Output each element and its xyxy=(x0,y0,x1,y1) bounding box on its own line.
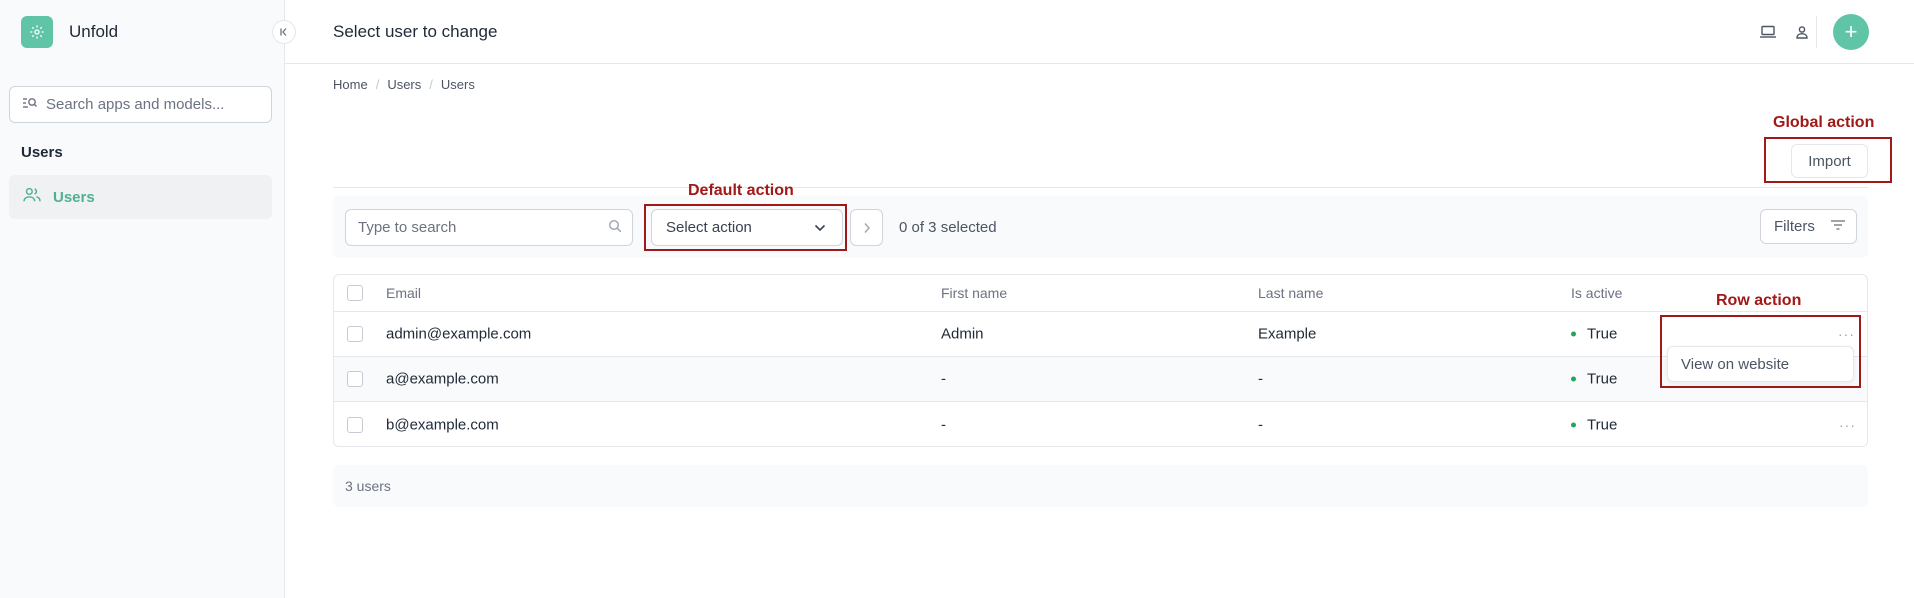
cell-is-active: True xyxy=(1571,416,1617,433)
active-status-dot xyxy=(1571,422,1576,427)
run-action-button[interactable] xyxy=(850,209,883,246)
cell-last-name: - xyxy=(1258,416,1263,433)
sidebar-item-label: Users xyxy=(53,188,95,206)
default-action-highlight xyxy=(644,204,847,251)
gear-icon xyxy=(21,16,53,48)
table-row: a@example.com - - True xyxy=(334,357,1867,402)
global-action-annotation: Global action xyxy=(1773,114,1875,131)
search-icon xyxy=(608,219,622,237)
cell-email[interactable]: a@example.com xyxy=(386,371,499,388)
row-checkbox[interactable] xyxy=(347,371,363,387)
person-icon[interactable] xyxy=(1790,20,1814,44)
divider xyxy=(333,187,1868,188)
results-footer: 3 users xyxy=(333,465,1868,507)
sidebar-section-title: Users xyxy=(21,144,63,161)
cell-email[interactable]: admin@example.com xyxy=(386,326,531,343)
cell-first-name: - xyxy=(941,370,946,388)
collapse-sidebar-button[interactable] xyxy=(272,20,296,44)
cell-is-active-value: True xyxy=(1587,325,1618,343)
row-actions-dropdown: View on website xyxy=(1667,346,1854,382)
cell-is-active: True xyxy=(1571,326,1617,343)
collapse-icon xyxy=(280,28,287,36)
row-actions-menu-icon[interactable]: ··· xyxy=(1839,417,1856,433)
filters-label: Filters xyxy=(1774,218,1815,235)
sidebar-search-input[interactable] xyxy=(46,96,256,113)
cell-is-active-value: True xyxy=(1587,370,1618,388)
column-header-is-active[interactable]: Is active xyxy=(1571,285,1622,301)
view-on-website-link[interactable]: View on website xyxy=(1681,356,1789,373)
changelist-toolbar: Select action 0 of 3 selected Filters xyxy=(333,196,1868,258)
laptop-icon[interactable] xyxy=(1756,20,1780,44)
breadcrumb-model: Users xyxy=(440,77,475,92)
row-action-annotation: Row action xyxy=(1716,292,1802,309)
cell-last-name: - xyxy=(1258,370,1263,388)
import-button[interactable]: Import xyxy=(1791,144,1868,178)
column-header-email[interactable]: Email xyxy=(386,285,421,301)
users-icon xyxy=(23,187,41,207)
row-actions-menu-icon[interactable]: ··· xyxy=(1838,326,1855,342)
filters-button[interactable]: Filters xyxy=(1760,209,1857,244)
sidebar-item-users[interactable]: Users xyxy=(9,175,272,219)
search-input[interactable] xyxy=(358,219,608,236)
cell-last-name: Example xyxy=(1258,325,1317,343)
results-table: Email First name Last name Is active adm… xyxy=(333,274,1868,447)
active-status-dot xyxy=(1571,376,1576,382)
breadcrumb-app[interactable]: Users xyxy=(387,77,421,92)
cell-email[interactable]: b@example.com xyxy=(386,416,499,433)
table-header-row: Email First name Last name Is active xyxy=(334,275,1867,312)
cell-first-name: Admin xyxy=(941,325,984,343)
breadcrumb-separator: / xyxy=(375,77,380,92)
cell-is-active: True xyxy=(1571,371,1617,388)
app-name: Unfold xyxy=(69,22,119,41)
selection-counter: 0 of 3 selected xyxy=(899,219,997,236)
chevron-right-icon xyxy=(863,222,870,233)
table-row: admin@example.com Admin Example True xyxy=(334,312,1867,357)
breadcrumb: Home / Users / Users xyxy=(333,77,475,92)
header: Select user to change + xyxy=(285,0,1914,64)
row-checkbox[interactable] xyxy=(347,416,363,433)
filter-icon xyxy=(1830,218,1846,235)
column-header-last-name[interactable]: Last name xyxy=(1258,285,1323,301)
cell-first-name: - xyxy=(941,416,946,433)
breadcrumb-home[interactable]: Home xyxy=(333,77,368,92)
results-count: 3 users xyxy=(345,478,391,494)
search-list-icon xyxy=(22,96,38,114)
row-checkbox[interactable] xyxy=(347,326,363,342)
cell-is-active-value: True xyxy=(1587,416,1618,433)
header-divider xyxy=(1816,16,1817,48)
table-row: b@example.com - - True ··· xyxy=(334,402,1867,446)
active-status-dot xyxy=(1571,331,1576,337)
breadcrumb-separator: / xyxy=(429,77,433,92)
select-all-checkbox[interactable] xyxy=(347,285,363,301)
search-field[interactable] xyxy=(345,209,633,246)
page-title: Select user to change xyxy=(333,22,498,41)
default-action-annotation: Default action xyxy=(688,182,794,199)
brand[interactable]: Unfold xyxy=(21,16,118,48)
sidebar: Unfold Users Users xyxy=(0,0,285,598)
sidebar-search[interactable] xyxy=(9,86,272,123)
column-header-first-name[interactable]: First name xyxy=(941,285,1007,301)
add-button[interactable]: + xyxy=(1833,14,1869,50)
